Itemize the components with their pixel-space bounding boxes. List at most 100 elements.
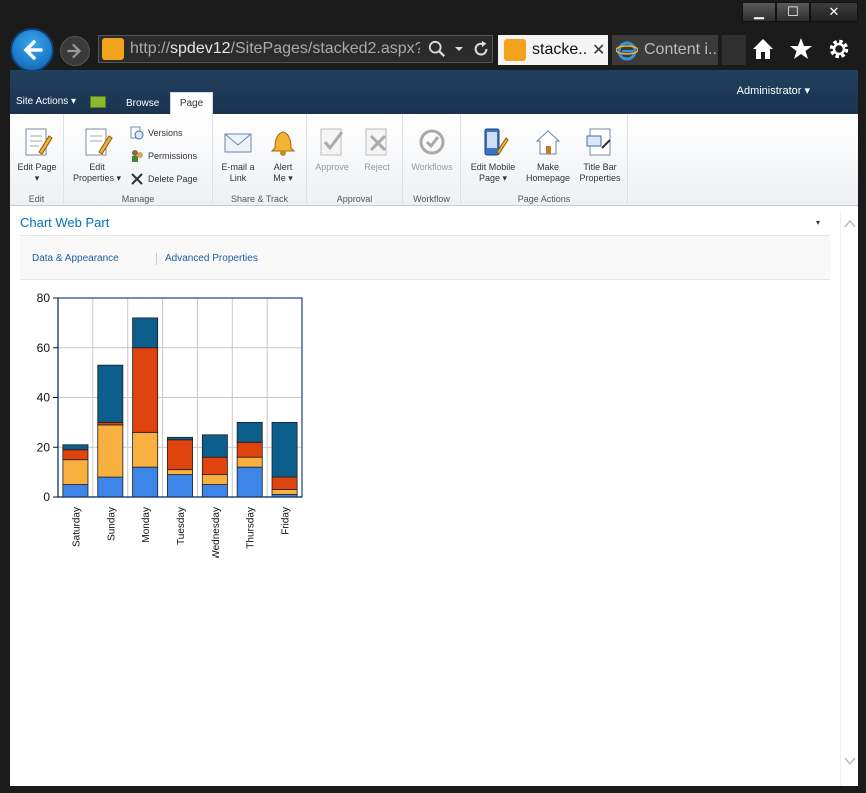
bar-segment	[271, 476, 298, 490]
bar-segment	[236, 466, 263, 498]
bar-segment	[271, 421, 298, 478]
make-homepage-button[interactable]: Make Homepage	[523, 126, 573, 184]
sharepoint-favicon-icon	[102, 38, 124, 60]
favorites-star-icon[interactable]	[788, 36, 814, 62]
edit-page-icon	[25, 128, 53, 156]
webpart-menu-arrow-icon[interactable]: ▾	[816, 218, 820, 227]
delete-page-button[interactable]: Delete Page	[130, 172, 198, 186]
home-icon[interactable]	[750, 36, 776, 62]
workflows-icon	[419, 129, 445, 155]
bar-segment	[167, 439, 193, 471]
data-appearance-link[interactable]: Data & Appearance	[32, 253, 119, 264]
homepage-icon	[535, 130, 561, 155]
x-tick-label: Saturday	[71, 507, 82, 547]
ribbon-group-manage: Edit Properties ▾ Versions Permissions D…	[64, 114, 213, 206]
x-tick-label: Monday	[141, 507, 152, 543]
bar-segment	[97, 364, 124, 423]
edit-properties-icon	[85, 128, 113, 156]
bar-segment	[236, 441, 263, 458]
x-tick-label: Wednesday	[211, 507, 222, 558]
alert-bell-icon	[270, 131, 296, 156]
bar-segment	[236, 456, 263, 468]
navigate-up-icon[interactable]	[90, 96, 106, 108]
bar-segment	[132, 317, 159, 349]
y-tick-label: 40	[37, 391, 51, 405]
bar-segment	[62, 444, 89, 451]
mobile-page-icon	[484, 128, 509, 156]
alert-me-button[interactable]: Alert Me ▾	[263, 126, 303, 184]
title-bar-properties-button[interactable]: Title Bar Properties	[575, 126, 625, 184]
advanced-properties-link[interactable]: Advanced Properties	[165, 253, 258, 264]
bar-segment	[201, 434, 228, 458]
back-arrow-icon	[23, 40, 43, 60]
ribbon-group-edit: Edit Page ▾ Edit	[10, 114, 64, 206]
bar-segment	[62, 484, 89, 498]
bar-segment	[167, 436, 193, 441]
title-bar-properties-icon	[586, 128, 611, 156]
x-tick-label: Tuesday	[176, 507, 187, 545]
reject-button[interactable]: Reject	[357, 126, 397, 173]
bar-segment	[97, 424, 124, 478]
forward-button[interactable]	[60, 36, 90, 66]
delete-x-icon	[131, 173, 143, 185]
edit-page-button[interactable]: Edit Page ▾	[16, 126, 58, 184]
close-tab-icon[interactable]: ✕	[592, 40, 605, 60]
workflows-button[interactable]: Workflows	[407, 126, 457, 173]
approve-check-icon	[320, 128, 344, 156]
search-icon[interactable]	[428, 40, 446, 58]
back-button[interactable]	[10, 28, 54, 72]
navigation-bar: http://spdev12/SitePages/stacked2.aspx?P…	[0, 28, 866, 72]
close-button[interactable]: ✕	[810, 2, 858, 22]
ribbon-group-share-track: E-mail a Link Alert Me ▾ Share & Track	[213, 114, 307, 206]
bar-segment	[97, 476, 124, 498]
bar-segment	[201, 456, 228, 476]
email-link-button[interactable]: E-mail a Link	[217, 126, 259, 184]
ribbon-group-approval: Approve Reject Approval	[307, 114, 403, 206]
vertical-scrollbar[interactable]	[840, 210, 858, 786]
address-bar[interactable]: http://spdev12/SitePages/stacked2.aspx?P…	[98, 35, 493, 63]
user-menu[interactable]: Administrator ▾	[737, 84, 810, 97]
bar-segment	[201, 484, 228, 498]
dropdown-arrow-icon[interactable]	[454, 44, 464, 54]
bar-segment	[62, 459, 89, 485]
permissions-icon	[132, 150, 143, 162]
maximize-button[interactable]: ☐	[776, 2, 810, 22]
bar-segment	[271, 489, 298, 495]
x-tick-label: Sunday	[106, 507, 117, 541]
approve-button[interactable]: Approve	[311, 126, 353, 173]
bar-segment	[62, 449, 89, 461]
address-url[interactable]: http://spdev12/SitePages/stacked2.aspx?P…	[130, 40, 420, 58]
scroll-up-icon[interactable]	[844, 219, 856, 228]
bar-segment	[132, 347, 159, 433]
tab-content[interactable]: Content i...	[612, 35, 718, 65]
tab-page[interactable]: Page	[170, 92, 213, 114]
versions-button[interactable]: Versions	[130, 126, 183, 140]
minimize-button[interactable]: ▁	[742, 2, 776, 22]
edit-properties-button[interactable]: Edit Properties ▾	[68, 126, 126, 184]
y-tick-label: 20	[37, 440, 51, 454]
forward-arrow-icon	[67, 43, 82, 59]
tab-stacked[interactable]: stacke... ✕	[498, 35, 608, 65]
bar-segment	[201, 474, 228, 485]
bar-segment	[132, 466, 159, 498]
settings-gear-icon[interactable]	[826, 36, 852, 62]
bar-segment	[132, 431, 159, 468]
site-actions-menu[interactable]: Site Actions ▾	[16, 96, 76, 107]
toolbar-separator	[156, 253, 157, 265]
page-viewport: Site Actions ▾ Browse Page Administrator…	[10, 70, 858, 786]
refresh-icon[interactable]	[472, 40, 490, 58]
ribbon-group-page-actions: Edit Mobile Page ▾ Make Homepage Title B…	[461, 114, 628, 206]
permissions-button[interactable]: Permissions	[130, 149, 197, 163]
ie-logo-icon	[616, 41, 638, 61]
scroll-down-icon[interactable]	[844, 757, 856, 766]
edit-mobile-page-button[interactable]: Edit Mobile Page ▾	[465, 126, 521, 184]
x-tick-label: Thursday	[246, 507, 257, 549]
bar-segment	[236, 421, 263, 443]
sharepoint-top-bar: Site Actions ▾ Browse Page Administrator…	[10, 70, 858, 114]
tab-label: stacke...	[532, 41, 586, 58]
ribbon-group-workflow: Workflows Workflow	[403, 114, 461, 206]
new-tab-button[interactable]	[722, 35, 746, 65]
webpart-title[interactable]: Chart Web Part	[20, 215, 109, 230]
tab-browse[interactable]: Browse	[116, 92, 169, 115]
email-envelope-icon	[224, 133, 252, 153]
